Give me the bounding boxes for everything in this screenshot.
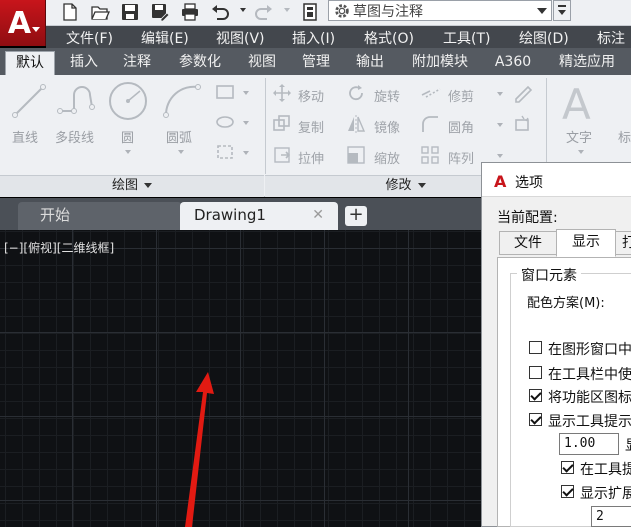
tooltip-delay-label: 显 (625, 435, 631, 455)
tooltip-delay-input[interactable]: 1.00 (559, 433, 619, 455)
tab-display[interactable]: 显示 (556, 229, 616, 257)
checkbox-scrollbars-label: 在图形窗口中 (548, 342, 631, 358)
checkbox-large-buttons[interactable] (529, 366, 542, 379)
tab-files[interactable]: 文件 (499, 231, 557, 255)
dialog-title: 选项 (515, 175, 543, 191)
app-logo: A (7, 5, 32, 41)
application-menu-button[interactable]: A (0, 0, 46, 46)
checkbox-show-tooltips-label: 显示工具提示 (548, 414, 631, 430)
chevron-down-icon (32, 27, 40, 32)
window-elements-title: 窗口元素 (517, 265, 581, 285)
color-scheme-label: 配色方案(M): (527, 296, 605, 311)
checkbox-tooltip-shortcut-label: 在工具提 (580, 462, 631, 478)
checkbox-extended-tooltips[interactable] (561, 485, 574, 498)
checkbox-ribbon-icons[interactable] (529, 389, 542, 402)
current-profile-label: 当前配置: (497, 210, 558, 226)
checkbox-tooltip-shortcut[interactable] (561, 461, 574, 474)
autocad-window: 草图与注释 A 文件(F) 编辑(E) 视图(V) 插入(I) 格式(O) 工具… (0, 0, 631, 527)
checkbox-show-tooltips[interactable] (529, 413, 542, 426)
checkbox-large-buttons-label: 在工具栏中使 (548, 367, 631, 383)
extended-delay-input[interactable]: 2 (591, 506, 631, 527)
dialog-title-bar[interactable]: A 选项 (482, 163, 631, 197)
checkbox-scrollbars[interactable] (529, 341, 542, 354)
checkbox-ribbon-icons-label: 将功能区图标 (548, 390, 631, 406)
checkbox-extended-tooltips-label: 显示扩展 (580, 486, 631, 502)
tab-open-save[interactable]: 打 (615, 231, 631, 255)
autocad-logo-icon: A (494, 172, 507, 191)
